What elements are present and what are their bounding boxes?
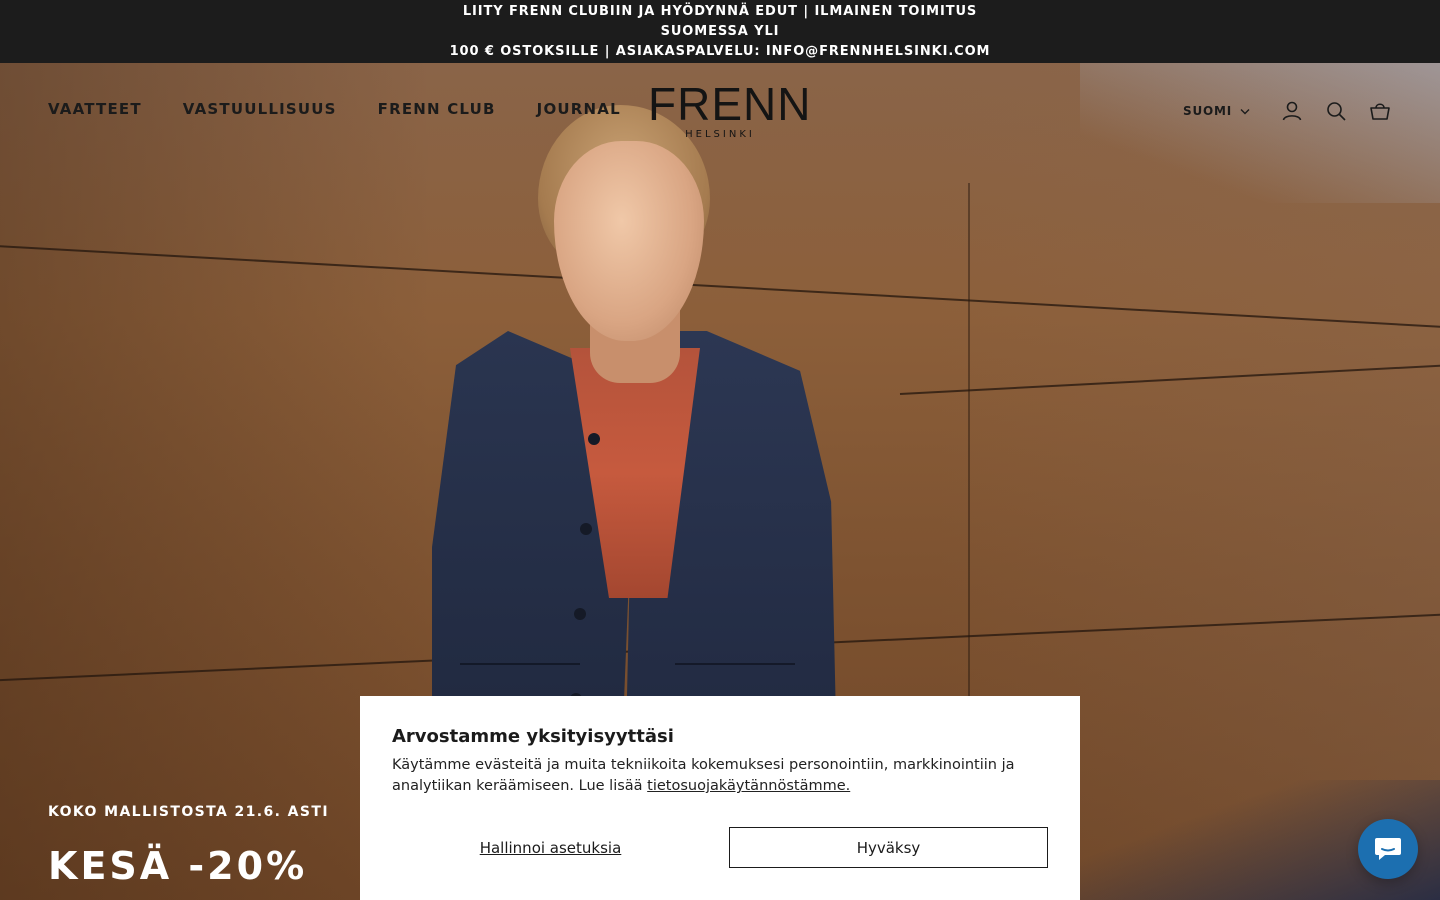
hero-headline: KESÄ -20%	[48, 844, 308, 888]
logo-wordmark: FRENN	[648, 78, 812, 130]
cookie-banner: Arvostamme yksityisyyttäsi Käytämme eväs…	[360, 696, 1080, 900]
announcement-line-2: 100 € OSTOKSILLE | ASIAKASPALVELU: INFO@…	[449, 43, 991, 59]
jacket-pocket	[675, 663, 795, 665]
nav-item-vastuullisuus[interactable]: VASTUULLISUUS	[183, 100, 337, 118]
face	[554, 141, 704, 341]
cart-icon[interactable]	[1368, 99, 1392, 123]
jacket-button	[574, 608, 586, 620]
announcement-line-1: LIITY FRENN CLUBIIN JA HYÖDYNNÄ EDUT | I…	[462, 3, 978, 39]
chat-icon	[1375, 838, 1401, 860]
main-nav: VAATTEET VASTUULLISUUS FRENN CLUB JOURNA…	[48, 100, 621, 118]
brand-logo[interactable]: FRENN HELSINKI	[648, 78, 812, 143]
nav-item-frenn-club[interactable]: FRENN CLUB	[378, 100, 496, 118]
accept-button[interactable]: Hyväksy	[729, 827, 1048, 868]
cookie-title: Arvostamme yksityisyyttäsi	[392, 726, 674, 747]
jacket-button	[580, 523, 592, 535]
jacket-pocket	[460, 663, 580, 665]
wall-seam	[968, 183, 970, 743]
jacket-button	[588, 433, 600, 445]
hero-eyebrow: KOKO MALLISTOSTA 21.6. ASTI	[48, 804, 329, 820]
cookie-actions: Hallinnoi asetuksia Hyväksy	[392, 827, 1048, 868]
nav-item-journal[interactable]: JOURNAL	[537, 100, 621, 118]
manage-settings-button[interactable]: Hallinnoi asetuksia	[392, 827, 709, 868]
account-icon[interactable]	[1280, 99, 1304, 123]
header-actions: SUOMI	[1183, 99, 1392, 123]
language-selector[interactable]: SUOMI	[1183, 104, 1250, 118]
search-icon[interactable]	[1324, 99, 1348, 123]
chat-button[interactable]	[1358, 819, 1418, 879]
logo-subtitle: HELSINKI	[685, 129, 755, 140]
site-header: VAATTEET VASTUULLISUUS FRENN CLUB JOURNA…	[0, 63, 1440, 159]
cookie-body: Käytämme evästeitä ja muita tekniikoita …	[392, 755, 1042, 797]
nav-item-vaatteet[interactable]: VAATTEET	[48, 100, 142, 118]
wall-seam	[899, 356, 1440, 395]
privacy-policy-link[interactable]: tietosuojakäytännöstämme.	[647, 778, 850, 794]
language-label: SUOMI	[1183, 104, 1232, 118]
chevron-down-icon	[1240, 108, 1250, 114]
announcement-bar: LIITY FRENN CLUBIIN JA HYÖDYNNÄ EDUT | I…	[0, 0, 1440, 63]
